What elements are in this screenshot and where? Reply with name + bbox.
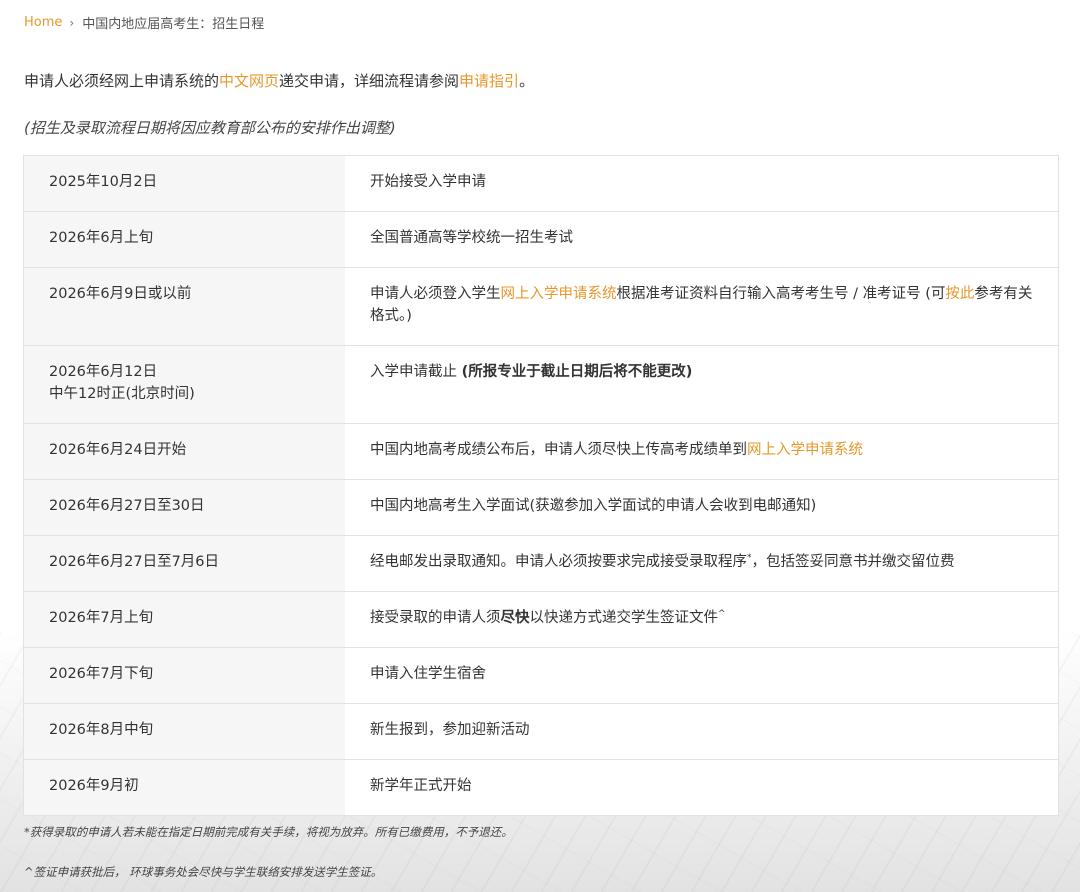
date-cell: 2026年6月27日至30日 xyxy=(24,480,345,535)
date-cell: 2026年6月9日或以前 xyxy=(24,268,345,345)
date-cell: 2026年6月上旬 xyxy=(24,212,345,267)
date-cell: 2026年8月中旬 xyxy=(24,704,345,759)
schedule-adjustment-note: (招生及录取流程日期将因应教育部公布的安排作出调整) xyxy=(24,119,396,137)
event-cell: 申请人必须登入学生网上入学申请系统根据准考证资料自行输入高考考生号 / 准考证号… xyxy=(345,268,1058,345)
event-cell: 接受录取的申请人须尽快以快递方式递交学生签证文件^ xyxy=(345,592,1058,647)
breadcrumb-current: 中国内地应届高考生：招生日程 xyxy=(82,17,265,32)
date-cell: 2025年10月2日 xyxy=(24,156,345,211)
table-row: 2026年6月12日 中午12时正(北京时间) 入学申请截止 (所报专业于截止日… xyxy=(24,345,1058,423)
chevron-right-icon: › xyxy=(69,15,75,30)
deadline-warning: (所报专业于截止日期后将不能更改) xyxy=(461,364,693,380)
date-cell: 2026年6月27日至7月6日 xyxy=(24,536,345,591)
event-text: 接受录取的申请人须 xyxy=(370,610,501,626)
date-line: 中午12时正(北京时间) xyxy=(49,386,195,402)
event-text: 以快递方式递交学生签证文件 xyxy=(529,610,719,626)
date-cell: 2026年6月12日 中午12时正(北京时间) xyxy=(24,346,345,423)
event-text: 根据准考证资料自行输入高考考生号 / 准考证号 (可 xyxy=(616,286,946,302)
table-row: 2026年7月上旬 接受录取的申请人须尽快以快递方式递交学生签证文件^ xyxy=(24,591,1058,647)
date-cell: 2026年7月上旬 xyxy=(24,592,345,647)
chinese-webpage-link[interactable]: 中文网页 xyxy=(219,72,279,90)
date-cell: 2026年7月下旬 xyxy=(24,648,345,703)
table-row: 2026年6月9日或以前 申请人必须登入学生网上入学申请系统根据准考证资料自行输… xyxy=(24,267,1058,345)
event-text: 中国内地高考成绩公布后，申请人须尽快上传高考成绩单到 xyxy=(370,442,747,458)
table-row: 2026年8月中旬 新生报到，参加迎新活动 xyxy=(24,703,1058,759)
event-cell: 入学申请截止 (所报专业于截止日期后将不能更改) xyxy=(345,346,1058,423)
breadcrumb-home-link[interactable]: Home xyxy=(24,15,62,30)
footnote-marker: ^ xyxy=(718,609,726,620)
event-cell: 中国内地高考成绩公布后，申请人须尽快上传高考成绩单到网上入学申请系统 xyxy=(345,424,1058,479)
footnote-asterisk: *获得录取的申请人若未能在指定日期前完成有关手续，将视为放弃。所有已缴费用，不予… xyxy=(24,825,513,839)
table-row: 2026年6月27日至30日 中国内地高考生入学面试(获邀参加入学面试的申请人会… xyxy=(24,479,1058,535)
event-text: ，包括签妥同意书并缴交留位费 xyxy=(751,554,955,570)
date-cell: 2026年6月24日开始 xyxy=(24,424,345,479)
online-application-system-link[interactable]: 网上入学申请系统 xyxy=(501,286,617,302)
event-cell: 开始接受入学申请 xyxy=(370,174,486,190)
event-cell: 新生报到，参加迎新活动 xyxy=(370,722,530,738)
emphasis-text: 尽快 xyxy=(500,610,530,626)
event-text: 申请人必须登入学生 xyxy=(370,286,501,302)
table-row: 2026年7月下旬 申请入住学生宿舍 xyxy=(24,647,1058,703)
event-cell: 经电邮发出录取通知。申请人必须按要求完成接受录取程序*，包括签妥同意书并缴交留位… xyxy=(345,536,1058,591)
event-cell: 新学年正式开始 xyxy=(370,778,472,794)
table-row: 2026年9月初 新学年正式开始 xyxy=(24,759,1058,815)
table-row: 2025年10月2日 开始接受入学申请 xyxy=(24,156,1058,211)
table-row: 2026年6月24日开始 中国内地高考成绩公布后，申请人须尽快上传高考成绩单到网… xyxy=(24,423,1058,479)
table-row: 2026年6月上旬 全国普通高等学校统一招生考试 xyxy=(24,211,1058,267)
table-row: 2026年6月27日至7月6日 经电邮发出录取通知。申请人必须按要求完成接受录取… xyxy=(24,535,1058,591)
date-line: 2026年6月12日 xyxy=(49,364,158,380)
schedule-table: 2025年10月2日 开始接受入学申请 2026年6月上旬 全国普通高等学校统一… xyxy=(23,155,1059,816)
event-text: 入学申请截止 xyxy=(370,364,462,380)
event-text: 经电邮发出录取通知。申请人必须按要求完成接受录取程序 xyxy=(370,554,747,570)
intro-text-part: 递交申请，详细流程请参阅 xyxy=(279,72,460,90)
intro-text: 申请人必须经网上申请系统的中文网页递交申请，详细流程请参阅申请指引。 xyxy=(24,70,534,91)
application-guide-link[interactable]: 申请指引 xyxy=(459,72,519,90)
event-cell: 中国内地高考生入学面试(获邀参加入学面试的申请人会收到电邮通知) xyxy=(370,498,817,514)
event-cell: 申请入住学生宿舍 xyxy=(370,666,486,682)
breadcrumb: Home › 中国内地应届高考生：招生日程 xyxy=(24,13,264,32)
date-cell: 2026年9月初 xyxy=(24,760,345,815)
intro-text-part: 申请人必须经网上申请系统的 xyxy=(24,72,220,90)
footnote-caret: ^签证申请获批后， 环球事务处会尽快与学生联络安排发送学生签证。 xyxy=(24,865,383,879)
event-cell: 全国普通高等学校统一招生考试 xyxy=(370,230,573,246)
click-here-format-link[interactable]: 按此 xyxy=(945,286,974,302)
online-application-system-link[interactable]: 网上入学申请系统 xyxy=(747,442,863,458)
intro-text-part: 。 xyxy=(519,72,535,90)
